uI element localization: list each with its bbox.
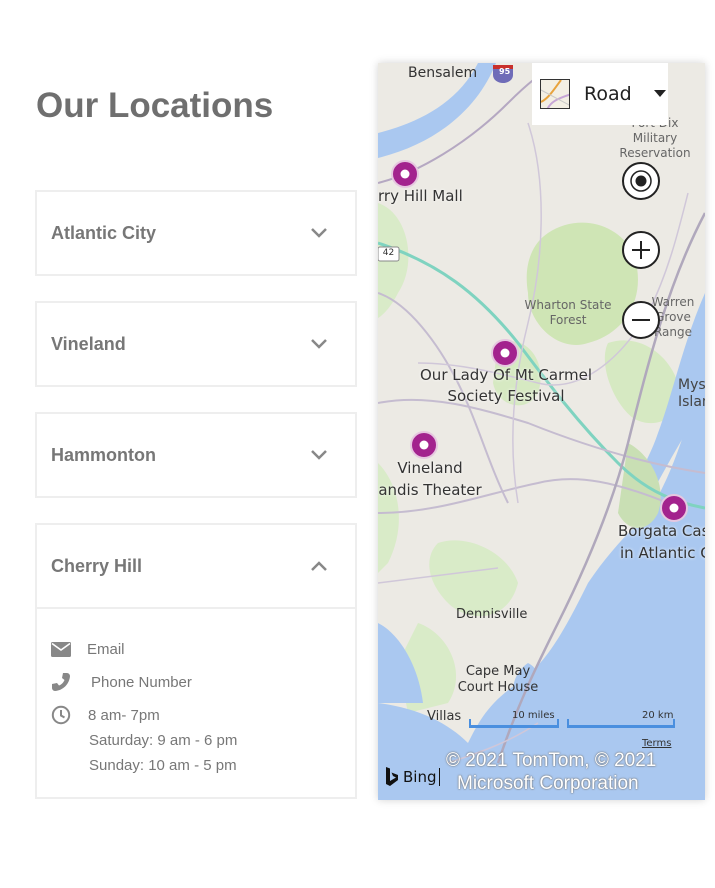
place-label: Villas <box>427 709 462 724</box>
place-label: Cape May Court House <box>457 664 539 695</box>
pin-label: Borgata Cas in Atlantic C <box>618 522 705 562</box>
caret-down-icon <box>653 90 666 97</box>
location-cherry-hill: Cherry Hill Email Phone Number 8 am- 7pm… <box>35 523 357 799</box>
map-pin-icon[interactable] <box>490 338 520 368</box>
place-label: Wharton State Forest <box>524 298 612 327</box>
location-details: Email Phone Number 8 am- 7pm Saturday: 9… <box>37 607 355 797</box>
pin-label: rry Hill Mall <box>378 187 463 205</box>
map-style-dropdown[interactable]: Road <box>532 63 668 125</box>
map[interactable]: Bensalem 95 42 Fort DixMilitaryReservati… <box>378 63 705 800</box>
scale-miles-label: 10 miles <box>512 710 555 721</box>
zoom-in-button[interactable] <box>622 231 660 269</box>
hours-row: 8 am- 7pm <box>49 705 160 725</box>
location-atlantic-city: Atlantic City <box>35 190 357 276</box>
email-row[interactable]: Email <box>49 639 125 659</box>
place-label: Bensalem <box>408 65 478 81</box>
location-hammonton: Hammonton <box>35 412 357 498</box>
location-title: Hammonton <box>51 444 156 465</box>
saturday-hours: Saturday: 9 am - 6 pm <box>89 732 238 749</box>
clock-icon <box>49 705 73 725</box>
location-title: Cherry Hill <box>51 555 143 576</box>
envelope-icon <box>49 639 73 659</box>
bing-label: Bing <box>403 768 440 786</box>
locate-me-button[interactable] <box>622 162 660 200</box>
chevron-down-icon[interactable] <box>309 223 329 243</box>
terms-link[interactable]: Terms <box>642 738 671 749</box>
map-pin-icon[interactable] <box>390 159 420 189</box>
zoom-out-button[interactable] <box>622 301 660 339</box>
location-title: Atlantic City <box>51 222 157 243</box>
pin-label: Our Lady Of Mt Carmel Society Festival <box>420 366 592 405</box>
scale-km-label: 20 km <box>642 710 674 721</box>
location-header-cherry-hill[interactable]: Cherry Hill <box>37 525 355 607</box>
chevron-up-icon[interactable] <box>309 556 329 576</box>
map-pin-icon[interactable] <box>659 493 689 523</box>
chevron-down-icon[interactable] <box>309 334 329 354</box>
location-header-vineland[interactable]: Vineland <box>37 303 355 385</box>
email-link[interactable]: Email <box>87 641 125 658</box>
plus-icon <box>632 241 650 259</box>
minus-icon <box>632 319 650 321</box>
place-label: MysIslan <box>678 377 705 410</box>
route-42-label: 42 <box>382 248 395 258</box>
map-copyright: © 2021 TomTom, © 2021 Microsoft Corporat… <box>446 750 657 794</box>
bing-icon <box>386 767 398 786</box>
location-title: Vineland <box>51 333 126 354</box>
location-header-atlantic-city[interactable]: Atlantic City <box>37 192 355 274</box>
sunday-hours: Sunday: 10 am - 5 pm <box>89 757 237 774</box>
page-title: Our Locations <box>36 86 274 125</box>
map-style-label: Road <box>584 83 632 105</box>
road-map-icon <box>540 79 570 109</box>
map-pin-icon[interactable] <box>409 430 439 460</box>
phone-row[interactable]: Phone Number <box>49 672 192 692</box>
interstate-95-label: 95 <box>499 67 511 76</box>
location-header-hammonton[interactable]: Hammonton <box>37 414 355 496</box>
chevron-down-icon[interactable] <box>309 445 329 465</box>
weekday-hours: 8 am- 7pm <box>88 706 160 724</box>
phone-icon <box>49 672 73 692</box>
phone-link[interactable]: Phone Number <box>91 674 192 691</box>
location-vineland: Vineland <box>35 301 357 387</box>
locate-icon <box>630 170 652 192</box>
place-label: Dennisville <box>456 607 528 622</box>
pin-label: Vineland andis Theater <box>378 459 482 499</box>
bing-logo[interactable]: Bing <box>385 767 440 787</box>
